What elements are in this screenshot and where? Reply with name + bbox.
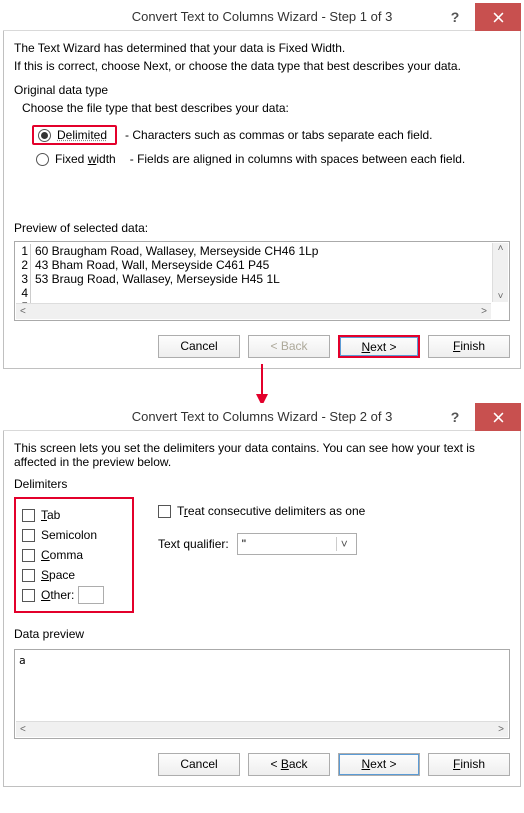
- next-button[interactable]: Next >: [338, 753, 420, 776]
- intro-text-2: If this is correct, choose Next, or choo…: [14, 59, 510, 73]
- chk-space[interactable]: [22, 569, 35, 582]
- preview-row: 4: [17, 286, 509, 300]
- titlebar-step1: Convert Text to Columns Wizard - Step 1 …: [3, 3, 521, 31]
- titlebar-step2: Convert Text to Columns Wizard - Step 2 …: [3, 403, 521, 431]
- preview-row: 243 Bham Road, Wall, Merseyside C461 P45: [17, 258, 509, 272]
- close-button[interactable]: [475, 403, 521, 431]
- close-icon: [493, 12, 504, 23]
- radio-row-fixed: Fixed width Fields are aligned in column…: [14, 147, 510, 171]
- button-row-step1: Cancel < Back Next > Finish: [14, 335, 510, 360]
- button-row-step2: Cancel < Back Next > Finish: [14, 753, 510, 778]
- delimiter-checkboxes: Tab Semicolon Comma Space Other:: [14, 497, 134, 613]
- scroll-up-icon: ˄: [498, 243, 504, 254]
- wizard-step2-dialog: Convert Text to Columns Wizard - Step 2 …: [3, 403, 521, 787]
- preview-row: 353 Braug Road, Wallasey, Merseyside H45…: [17, 272, 509, 286]
- chk-tab-label: Tab: [41, 508, 60, 522]
- close-icon: [493, 412, 504, 423]
- text-qualifier-value: ": [242, 537, 246, 551]
- chk-semicolon-label: Semicolon: [41, 528, 97, 542]
- dialog-body-step1: The Text Wizard has determined that your…: [3, 31, 521, 369]
- chk-semicolon[interactable]: [22, 529, 35, 542]
- cancel-button[interactable]: Cancel: [158, 753, 240, 776]
- scroll-right-icon: ˃: [494, 724, 508, 735]
- delimiters-label: Delimiters: [14, 477, 510, 491]
- next-button[interactable]: Next >: [338, 335, 420, 358]
- data-preview-box: a ˂˃: [14, 649, 510, 739]
- preview-label: Preview of selected data:: [14, 221, 510, 235]
- original-data-type-label: Original data type: [14, 83, 510, 97]
- chevron-down-icon: ˅: [336, 537, 352, 551]
- chk-comma[interactable]: [22, 549, 35, 562]
- preview-box: 160 Braugham Road, Wallasey, Merseyside …: [14, 241, 510, 321]
- radio-fixed-label: Fixed width: [55, 152, 116, 166]
- radio-fixed-width[interactable]: [36, 153, 49, 166]
- horizontal-scrollbar[interactable]: ˂˃: [16, 303, 491, 319]
- intro-text-1: The Text Wizard has determined that your…: [14, 41, 510, 55]
- data-preview-label: Data preview: [14, 627, 510, 641]
- titlebar-buttons: ?: [435, 3, 521, 31]
- choose-file-type-label: Choose the file type that best describes…: [22, 101, 510, 115]
- horizontal-scrollbar[interactable]: ˂˃: [16, 721, 508, 737]
- chk-treat-consecutive[interactable]: [158, 505, 171, 518]
- step2-intro: This screen lets you set the delimiters …: [14, 441, 510, 469]
- radio-fixed-desc: Fields are aligned in columns with space…: [130, 152, 466, 166]
- vertical-scrollbar[interactable]: ˄˅: [492, 243, 508, 302]
- finish-button[interactable]: Finish: [428, 335, 510, 358]
- cancel-button[interactable]: Cancel: [158, 335, 240, 358]
- other-delimiter-input[interactable]: [78, 586, 104, 604]
- close-button[interactable]: [475, 3, 521, 31]
- arrow-down-indicator: [0, 372, 524, 400]
- chk-other-label: Other:: [41, 588, 74, 602]
- scroll-down-icon: ˅: [498, 291, 504, 302]
- radio-delimited[interactable]: [38, 129, 51, 142]
- scroll-left-icon: ˂: [16, 724, 30, 735]
- back-button[interactable]: < Back: [248, 753, 330, 776]
- treat-consecutive-label: Treat consecutive delimiters as one: [177, 504, 365, 518]
- chk-other[interactable]: [22, 589, 35, 602]
- delimiter-options: Treat consecutive delimiters as one Text…: [158, 497, 365, 555]
- dialog-body-step2: This screen lets you set the delimiters …: [3, 431, 521, 787]
- preview-row: 160 Braugham Road, Wallasey, Merseyside …: [17, 244, 509, 258]
- radio-delimited-label: Delimited: [57, 128, 107, 142]
- chk-comma-label: Comma: [41, 548, 83, 562]
- text-qualifier-combo[interactable]: " ˅: [237, 533, 357, 555]
- back-button: < Back: [248, 335, 330, 358]
- arrow-down-icon: [252, 364, 272, 406]
- titlebar-buttons: ?: [435, 403, 521, 431]
- chk-space-label: Space: [41, 568, 75, 582]
- delimiters-section: Tab Semicolon Comma Space Other: Treat c…: [14, 497, 510, 613]
- scroll-left-icon: ˂: [16, 306, 30, 317]
- finish-button[interactable]: Finish: [428, 753, 510, 776]
- wizard-step1-dialog: Convert Text to Columns Wizard - Step 1 …: [3, 3, 521, 369]
- help-button[interactable]: ?: [435, 403, 475, 431]
- radio-row-delimited: Delimited Characters such as commas or t…: [14, 123, 510, 147]
- radio-delimited-desc: Characters such as commas or tabs separa…: [125, 128, 432, 142]
- chk-tab[interactable]: [22, 509, 35, 522]
- help-button[interactable]: ?: [435, 3, 475, 31]
- text-qualifier-label: Text qualifier:: [158, 537, 229, 551]
- scroll-right-icon: ˃: [477, 306, 491, 317]
- data-preview-text: a: [15, 650, 509, 671]
